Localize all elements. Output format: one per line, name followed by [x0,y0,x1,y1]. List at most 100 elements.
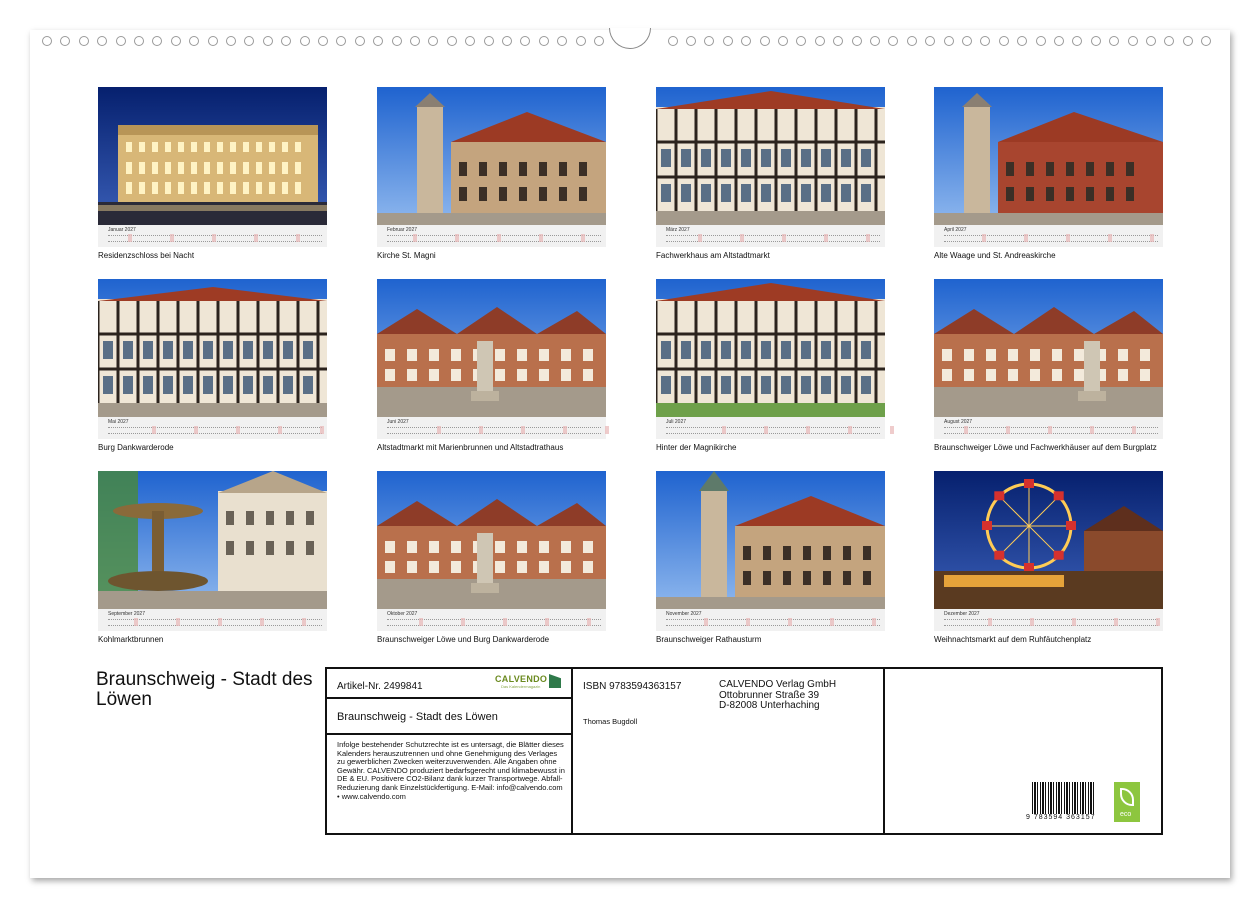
binding-hole [1054,36,1064,46]
weekend-marker [479,426,483,434]
weekend-marker [539,234,543,242]
month-label: Dezember 2027 [944,611,980,617]
binding-hole [60,36,71,46]
weekend-marker [704,618,708,626]
binding-hole [538,36,549,46]
day-row [666,625,880,627]
weekend-marker [260,618,264,626]
month-photo [377,87,606,225]
binding-hole [943,36,954,46]
day-row [387,433,601,435]
eco-badge: eco [1114,782,1140,822]
weekend-marker [545,618,549,626]
binding-hole [594,36,604,46]
month-calendar-strip: Dezember 2027 [934,609,1163,631]
weekend-marker [964,426,968,434]
day-row [108,625,322,627]
month-label: September 2027 [108,611,145,617]
publisher-city: D-82008 Unterhaching [719,700,820,711]
binding-hole [465,36,476,46]
calendar-sheet: Januar 2027 Residenzschloss bei Nacht Feb… [30,28,1230,878]
binding-hole [446,36,457,46]
binding-hole [115,36,126,46]
weekend-marker [1114,618,1118,626]
subtitle: Braunschweig - Stadt des Löwen [337,711,498,723]
binding-hole [152,36,163,46]
weekend-marker [320,426,324,434]
binding-hole [1109,36,1120,46]
month-photo [934,87,1163,225]
binding-hole [318,36,328,46]
barcode-bars [1032,782,1096,814]
weekend-marker [788,618,792,626]
binding-hole [796,36,807,46]
weekend-marker [437,426,441,434]
month-caption: Kirche St. Magni [377,251,436,260]
binding-hole [1182,36,1193,46]
weekend-marker [1090,426,1094,434]
month-label: Mai 2027 [108,419,129,425]
month-caption: Braunschweiger Löwe und Fachwerkhäuser a… [934,443,1157,452]
month-label: November 2027 [666,611,702,617]
weekend-marker [254,234,258,242]
binding-hole [980,36,991,46]
binding-hole [207,36,218,46]
day-row [387,241,601,243]
weekend-marker [503,618,507,626]
legal-text: Infolge bestehender Schutzrechte ist es … [337,740,565,801]
weekend-marker [413,234,417,242]
binding-hole [759,36,770,46]
binding-hole [262,36,273,46]
leaf-icon [1120,788,1134,806]
month-caption: Weihnachtsmarkt auf dem Ruhfäutchenplatz [934,635,1092,644]
weekend-marker [176,618,180,626]
month-photo [377,279,606,417]
month-caption: Fachwerkhaus am Altstadtmarkt [656,251,770,260]
binding-hole [814,36,825,46]
binding-hole [1017,36,1028,46]
binding-hole [170,36,181,46]
weekend-marker [740,234,744,242]
weekend-marker [1030,618,1034,626]
article-row: Artikel-Nr. 2499841 CALVENDO Das Kalende… [327,669,571,699]
binding-hole [1035,36,1046,46]
weekend-marker [872,618,876,626]
subtitle-row: Braunschweig - Stadt des Löwen [327,699,571,735]
isbn: ISBN 9783594363157 [583,681,682,692]
weekend-marker [848,426,852,434]
weekend-marker [521,426,525,434]
binding-hole [741,36,752,46]
weekend-marker [1108,234,1112,242]
binding-hole [520,36,531,46]
day-row [387,427,601,429]
day-row [108,427,322,429]
binding-hole [833,36,844,46]
month-caption: Hinter der Magnikirche [656,443,737,452]
month-label: August 2027 [944,419,973,425]
weekend-marker [746,618,750,626]
day-row [944,241,1158,243]
binding-hole [428,36,439,46]
month-label: März 2027 [666,227,690,233]
binding-hole [97,36,108,46]
binding-hole [1164,36,1175,46]
day-row [944,625,1158,627]
info-box: Artikel-Nr. 2499841 CALVENDO Das Kalende… [325,667,1163,835]
binding-hole [189,36,200,46]
binding-hole [722,36,733,46]
binding-hole [686,36,696,46]
month-calendar-strip: April 2027 [934,225,1163,247]
binding-hole [557,36,568,46]
day-row [944,619,1158,621]
weekend-marker [497,234,501,242]
binding-hole [1201,36,1212,46]
month-caption: Burg Dankwarderode [98,443,174,452]
weekend-marker [455,234,459,242]
month-calendar-strip: Juli 2027 [656,417,894,439]
weekend-marker [1024,234,1028,242]
weekend-marker [563,426,567,434]
day-row [387,235,601,237]
binding-hole [998,36,1009,46]
binding-hole [1090,36,1101,46]
weekend-marker [1150,234,1154,242]
